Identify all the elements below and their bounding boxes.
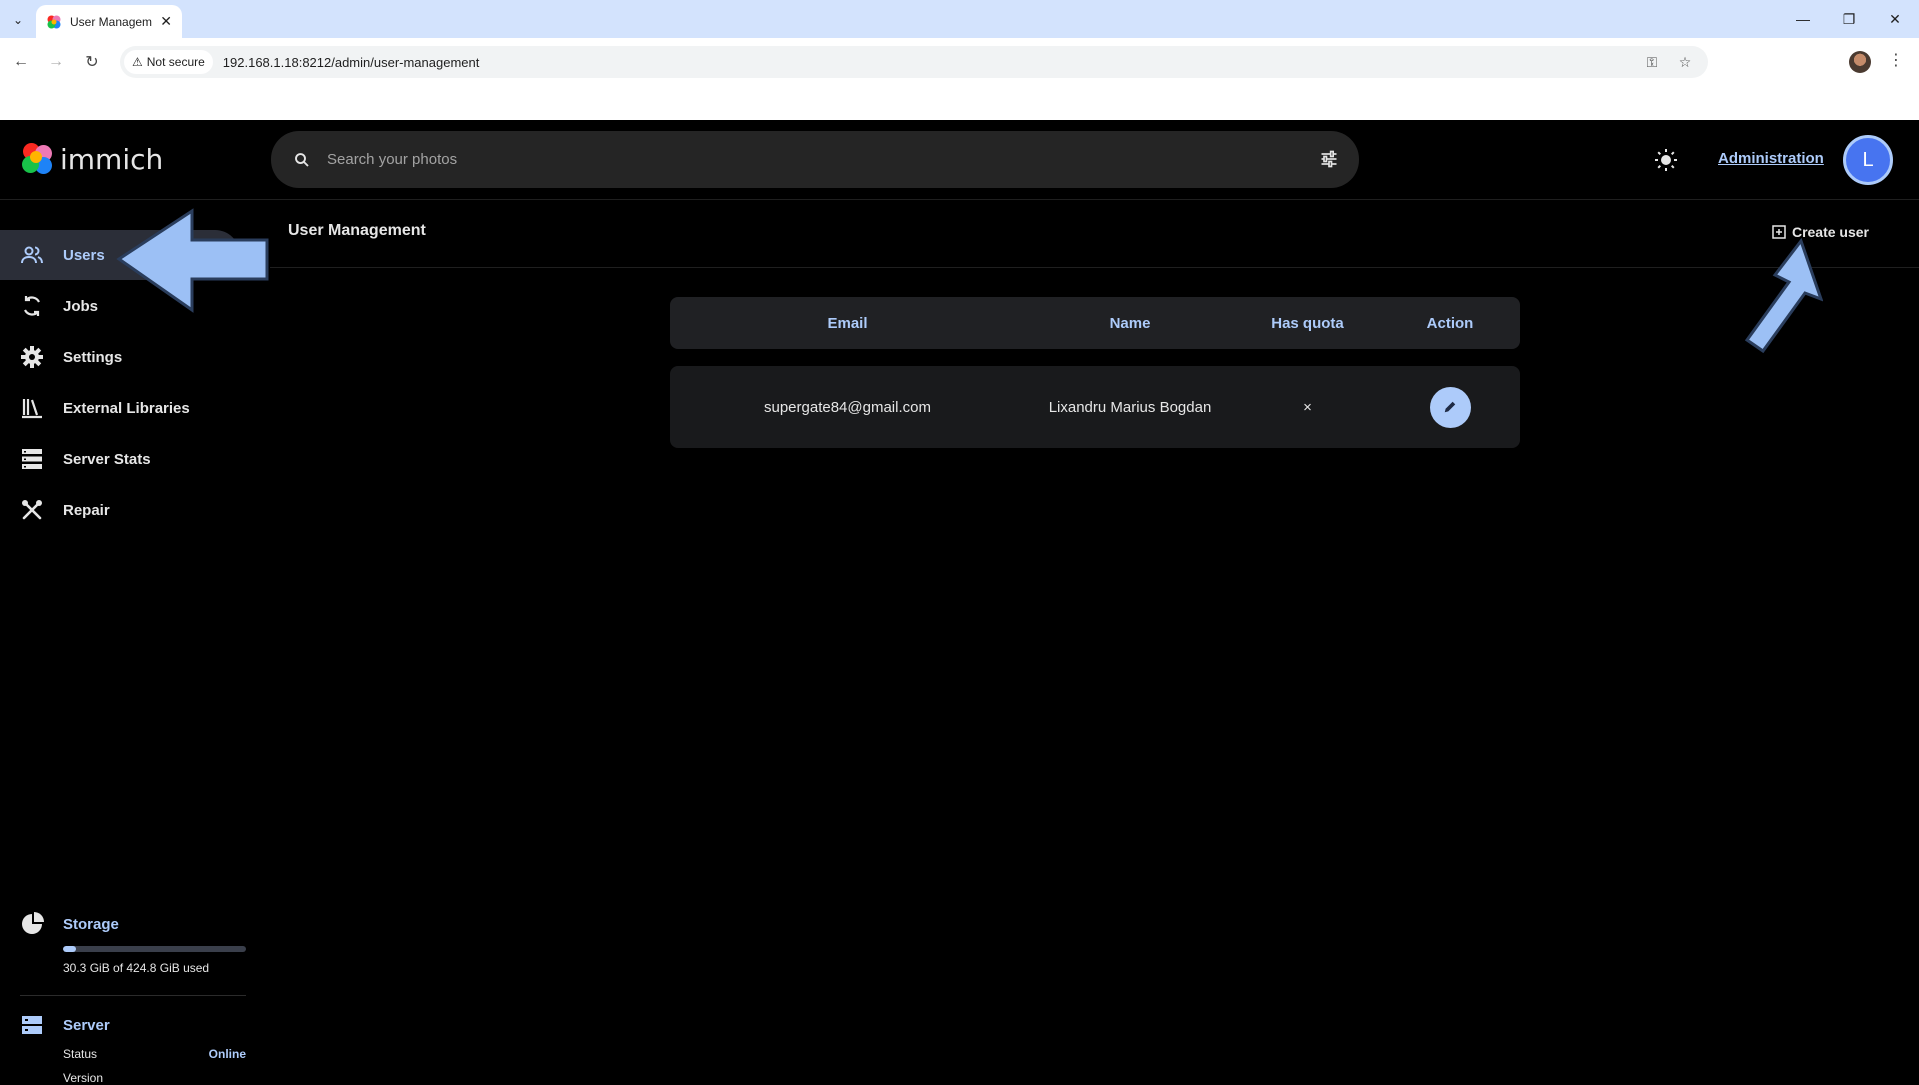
sidebar-divider — [20, 995, 246, 996]
server-icon — [22, 449, 42, 469]
sidebar-item-label: Settings — [63, 348, 123, 366]
browser-chrome: ⌄ User Managem ✕ — ❐ ✕ ← → ↻ ⚠ Not secur… — [0, 0, 1919, 120]
administration-link[interactable]: Administration — [1718, 150, 1824, 167]
search-bar[interactable]: Search your photos — [271, 131, 1359, 188]
storage-usage-text: 30.3 GiB of 424.8 GiB used — [63, 961, 210, 975]
sync-icon — [24, 296, 40, 316]
sidebar-item-external-libraries[interactable]: External Libraries — [0, 383, 240, 433]
theme-toggle-icon[interactable] — [1654, 148, 1678, 172]
table-header: Email Name Has quota Action — [670, 297, 1520, 349]
profile-avatar-icon[interactable] — [1849, 51, 1871, 73]
column-action: Action — [1426, 314, 1474, 332]
main-content: User Management Create user Email Name H… — [270, 200, 1919, 1020]
library-icon — [22, 399, 42, 419]
annotation-arrow-left-icon — [116, 208, 269, 313]
pencil-icon — [1444, 401, 1456, 413]
table-row: supergate84@gmail.com Lixandru Marius Bo… — [670, 366, 1520, 448]
column-email: Email — [827, 314, 868, 332]
restore-icon[interactable]: ❐ — [1834, 6, 1864, 32]
password-key-icon[interactable]: ⚿ — [1640, 50, 1664, 74]
security-chip[interactable]: ⚠ Not secure — [124, 50, 213, 74]
has-quota-value: × — [1303, 398, 1312, 416]
immich-favicon-icon — [47, 15, 61, 28]
storage-usage-bar — [63, 946, 246, 952]
immich-app: immich Search your photos Administration… — [0, 120, 1919, 1085]
page-header: User Management Create user — [270, 200, 1919, 268]
admin-sidebar: Users Jobs Settings External Libraries S… — [0, 200, 250, 1085]
storage-usage-fill — [63, 946, 77, 952]
sidebar-item-settings[interactable]: Settings — [0, 332, 240, 382]
user-name: Lixandru Marius Bogdan — [1048, 398, 1212, 416]
status-key: Status — [63, 1047, 98, 1061]
server-status-panel: Server Status Online Version — [20, 1013, 246, 1085]
users-icon — [21, 246, 43, 264]
forward-icon[interactable]: → — [44, 50, 68, 74]
user-avatar[interactable]: L — [1843, 135, 1893, 185]
browser-toolbar: ← → ↻ ⚠ Not secure 192.168.1.18:8212/adm… — [0, 38, 1919, 86]
tab-search-button[interactable]: ⌄ — [6, 8, 30, 32]
tab-title: User Managem — [70, 14, 153, 29]
search-filter-icon[interactable] — [1319, 149, 1339, 169]
sidebar-item-label: Users — [63, 246, 105, 264]
page-title: User Management — [288, 222, 426, 239]
search-icon — [295, 152, 309, 167]
url-text[interactable]: 192.168.1.18:8212/admin/user-management — [223, 55, 480, 70]
immich-logo[interactable]: immich — [20, 142, 163, 176]
server-icon — [22, 1016, 42, 1034]
sidebar-item-label: Repair — [63, 501, 110, 519]
bookmark-star-icon[interactable]: ☆ — [1673, 50, 1697, 74]
browser-tab[interactable]: User Managem ✕ — [36, 5, 182, 38]
tab-strip: ⌄ User Managem ✕ — ❐ ✕ — [0, 0, 1919, 38]
sidebar-item-label: External Libraries — [63, 399, 190, 417]
security-label: Not secure — [146, 55, 205, 69]
action-cell — [1380, 386, 1520, 428]
sidebar-item-repair[interactable]: Repair — [0, 485, 240, 535]
minimize-icon[interactable]: — — [1788, 6, 1818, 32]
column-name: Name — [1109, 314, 1151, 332]
gear-icon — [21, 346, 43, 368]
logo-text: immich — [60, 142, 164, 176]
app-header: immich Search your photos Administration… — [0, 120, 1919, 200]
sidebar-item-server-stats[interactable]: Server Stats — [0, 434, 240, 484]
back-icon[interactable]: ← — [9, 50, 33, 74]
sidebar-item-label: Server Stats — [63, 450, 151, 468]
search-input[interactable]: Search your photos — [327, 151, 457, 168]
column-has-quota: Has quota — [1271, 314, 1344, 332]
immich-logo-icon — [20, 142, 54, 176]
warning-icon: ⚠ — [132, 55, 143, 69]
address-bar[interactable]: ⚠ Not secure 192.168.1.18:8212/admin/use… — [120, 46, 1708, 78]
users-table: Email Name Has quota Action supergate84@… — [670, 297, 1520, 448]
reload-icon[interactable]: ↻ — [80, 50, 104, 74]
window-close-icon[interactable]: ✕ — [1880, 6, 1910, 32]
sidebar-item-label: Jobs — [63, 297, 99, 315]
user-email: supergate84@gmail.com — [764, 398, 931, 416]
edit-user-button[interactable] — [1429, 386, 1471, 428]
pie-chart-icon — [22, 912, 44, 934]
annotation-arrow-up-icon — [1744, 237, 1823, 354]
browser-menu-icon[interactable]: ⋮ — [1886, 50, 1906, 74]
server-label: Server — [63, 1016, 110, 1034]
status-value: Online — [208, 1047, 246, 1061]
tab-close-icon[interactable]: ✕ — [160, 13, 172, 30]
version-key: Version — [63, 1071, 104, 1085]
storage-panel: Storage 30.3 GiB of 424.8 GiB used — [20, 912, 246, 975]
storage-label: Storage — [63, 915, 119, 933]
tools-icon — [22, 500, 42, 520]
